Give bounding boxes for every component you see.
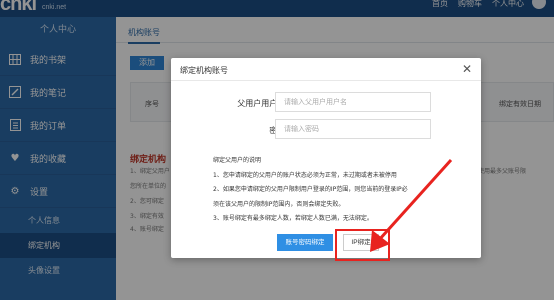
account-password-bind-button[interactable]: 账号密码绑定: [277, 234, 333, 251]
close-icon[interactable]: ✕: [462, 62, 472, 76]
dialog-title: 绑定机构账号: [180, 66, 228, 75]
instruction-line: 1、您申请绑定的父用户的账户状态必须为正常，未过期或者未被停用: [213, 171, 397, 179]
instruction-line: 3、账号绑定有最多绑定人数，若绑定人数已满，无法绑定。: [213, 215, 373, 222]
username-row: 父用户用户名:: [171, 92, 481, 112]
instruction-line: 2、如果您申请绑定的父用户限制用户登录的IP范围，则您当前的登录IP必: [213, 186, 408, 193]
username-input[interactable]: [275, 92, 431, 112]
password-input[interactable]: [275, 119, 431, 139]
bind-account-dialog: 绑定机构账号 ✕ 父用户用户名: 密码: 绑定父用户的说明 1、您申请绑定的父用…: [171, 58, 481, 258]
password-row: 密码:: [171, 119, 481, 139]
binding-instructions: 绑定父用户的说明 1、您申请绑定的父用户的账户状态必须为正常，未过期或者未被停用…: [213, 154, 473, 227]
instructions-title: 绑定父用户的说明: [213, 157, 262, 164]
instruction-line: 须在该父用户的限制IP范围内，否则会绑定失败。: [213, 200, 345, 208]
dialog-header: 绑定机构账号 ✕: [171, 58, 481, 81]
annotation-highlight-box: [335, 229, 390, 261]
